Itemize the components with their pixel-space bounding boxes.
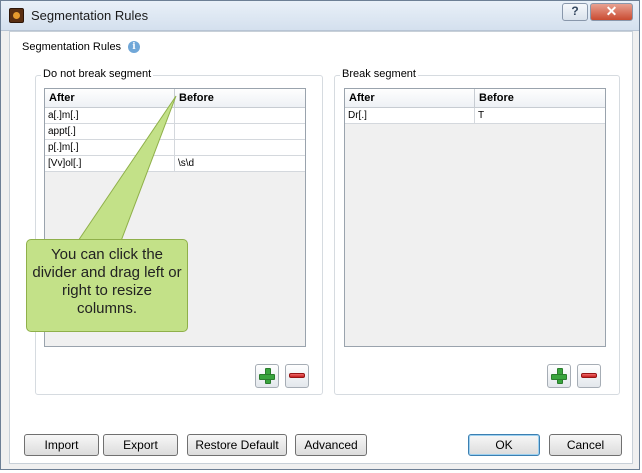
plus-icon	[551, 368, 567, 384]
cell-after[interactable]: p[.]m[.]	[45, 140, 175, 155]
cell-after[interactable]: [Vv]ol[.]	[45, 156, 175, 171]
column-header-after[interactable]: After	[345, 89, 475, 107]
remove-rule-button[interactable]	[577, 364, 601, 388]
do-not-break-label: Do not break segment	[41, 68, 154, 80]
column-header-before[interactable]: Before	[175, 89, 305, 107]
break-segment-group: Break segment After Before Dr[.] T	[334, 68, 620, 395]
remove-rule-button[interactable]	[285, 364, 309, 388]
window-title: Segmentation Rules	[31, 8, 149, 23]
table-row[interactable]: p[.]m[.]	[45, 140, 305, 156]
do-not-break-group: Do not break segment After Before a[.]m[…	[35, 68, 323, 395]
title-bar[interactable]: Segmentation Rules ? ✕	[1, 1, 639, 31]
minus-icon	[289, 373, 305, 378]
cell-before[interactable]	[175, 140, 305, 155]
break-segment-grid[interactable]: After Before Dr[.] T	[344, 88, 606, 347]
cell-after[interactable]: appt[.]	[45, 124, 175, 139]
table-row[interactable]: [Vv]ol[.] \s\d	[45, 156, 305, 172]
table-row[interactable]: appt[.]	[45, 124, 305, 140]
table-row[interactable]: a[.]m[.]	[45, 108, 305, 124]
cell-before[interactable]	[175, 108, 305, 123]
cancel-button[interactable]: Cancel	[549, 434, 622, 456]
info-icon[interactable]: i	[128, 41, 140, 53]
export-button[interactable]: Export	[103, 434, 178, 456]
callout-text: You can click the divider and drag left …	[32, 246, 182, 317]
segmentation-rules-dialog: Segmentation Rules ? ✕ Segmentation Rule…	[0, 0, 640, 470]
grid-header: After Before	[345, 89, 605, 108]
ok-button[interactable]: OK	[468, 434, 540, 456]
add-rule-button[interactable]	[547, 364, 571, 388]
close-button[interactable]: ✕	[590, 3, 633, 21]
add-rule-button[interactable]	[255, 364, 279, 388]
cell-after[interactable]: a[.]m[.]	[45, 108, 175, 123]
cell-before[interactable]	[175, 124, 305, 139]
table-row[interactable]: Dr[.] T	[345, 108, 605, 124]
grid-header: After Before	[45, 89, 305, 108]
cell-before[interactable]: \s\d	[175, 156, 305, 171]
minus-icon	[581, 373, 597, 378]
app-logo-icon	[9, 8, 24, 23]
column-header-after[interactable]: After	[45, 89, 175, 107]
help-button[interactable]: ?	[562, 3, 588, 21]
import-button[interactable]: Import	[24, 434, 99, 456]
column-header-before[interactable]: Before	[475, 89, 605, 107]
advanced-button[interactable]: Advanced	[295, 434, 367, 456]
page-title: Segmentation Rules	[22, 41, 122, 53]
cell-before[interactable]: T	[475, 108, 605, 123]
restore-default-button[interactable]: Restore Default	[187, 434, 287, 456]
cell-after[interactable]: Dr[.]	[345, 108, 475, 123]
break-segment-label: Break segment	[340, 68, 418, 80]
callout-tooltip: You can click the divider and drag left …	[26, 239, 188, 332]
plus-icon	[259, 368, 275, 384]
